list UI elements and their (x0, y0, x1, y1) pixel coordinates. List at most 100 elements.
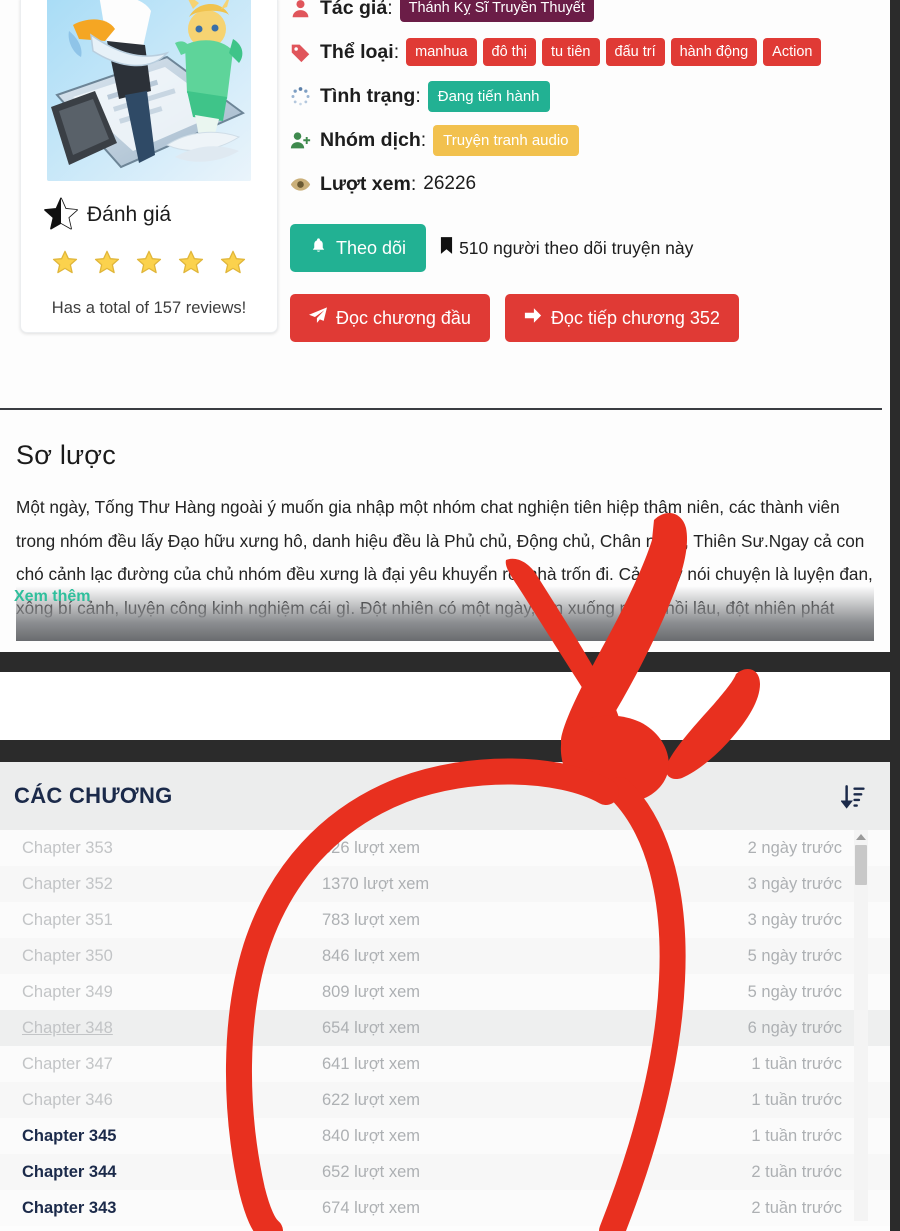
chapter-row[interactable]: Chapter 349 809 lượt xem 5 ngày trước (0, 974, 890, 1010)
star-icon[interactable] (93, 249, 121, 277)
user-plus-icon (290, 130, 320, 151)
chapter-name[interactable]: Chapter 347 (22, 1055, 322, 1074)
chapters-panel: CÁC CHƯƠNG Chapter 353 826 lượt xem 2 ng… (0, 762, 890, 1231)
read-continue-label: Đọc tiếp chương 352 (550, 307, 720, 328)
chapter-name[interactable]: Chapter 345 (22, 1127, 322, 1146)
scrollbar-thumb[interactable] (855, 845, 867, 885)
chapter-row[interactable]: Chapter 350 846 lượt xem 5 ngày trước (0, 938, 890, 974)
right-column: Tác giả : Thánh Kỵ Sĩ Truyền Thuyết Thể … (278, 0, 890, 342)
chapter-name[interactable]: Chapter 346 (22, 1091, 322, 1110)
chapter-views: 652 lượt xem (322, 1162, 420, 1181)
chapter-name[interactable]: Chapter 343 (22, 1199, 322, 1218)
bell-icon (310, 237, 327, 259)
chapter-row[interactable]: Chapter 348 654 lượt xem 6 ngày trước (0, 1010, 890, 1046)
cover-image[interactable] (47, 0, 251, 181)
chapter-row[interactable]: Chapter 346 622 lượt xem 1 tuần trước (0, 1082, 890, 1118)
review-count: Has a total of 157 reviews! (51, 299, 247, 317)
sort-amount-down-icon[interactable] (841, 783, 868, 810)
eye-icon (290, 174, 320, 195)
star-icon[interactable] (135, 249, 163, 277)
status-row: Tình trạng : Đang tiến hành (290, 74, 890, 118)
chapters-title: CÁC CHƯƠNG (14, 783, 173, 808)
read-first-label: Đọc chương đầu (336, 307, 471, 328)
team-badge[interactable]: Truyện tranh audio (433, 124, 579, 156)
chapter-time: 6 ngày trước (747, 1018, 842, 1037)
manga-detail-page: Đánh giá Has a total of 157 reviews! Tác… (0, 0, 900, 1231)
chapter-row[interactable]: Chapter 351 783 lượt xem 3 ngày trước (0, 902, 890, 938)
chapter-time: 1 tuần trước (751, 1090, 842, 1109)
rating-label: Đánh giá (87, 203, 172, 226)
chapter-name[interactable]: Chapter 353 (22, 839, 322, 858)
chapter-row[interactable]: Chapter 347 641 lượt xem 1 tuần trước (0, 1046, 890, 1082)
chapter-views: 846 lượt xem (322, 946, 420, 965)
genre-tag[interactable]: hành động (670, 37, 758, 67)
genres-row: Thể loại : manhua đô thị tu tiên đấu trí… (290, 30, 890, 74)
rating-heading: Đánh giá (21, 181, 277, 233)
chapter-name[interactable]: Chapter 344 (22, 1163, 322, 1182)
team-label: Nhóm dịch (320, 128, 421, 151)
genre-list: manhua đô thị tu tiên đấu trí hành động … (406, 37, 827, 67)
show-more-link[interactable]: Xem thêm (14, 588, 90, 606)
chapter-name[interactable]: Chapter 348 (22, 1019, 322, 1038)
genre-tag[interactable]: tu tiên (542, 37, 600, 67)
star-icon[interactable] (219, 249, 247, 277)
section-divider (0, 408, 882, 410)
chapter-time: 1 tuần trước (751, 1054, 842, 1073)
chapter-views: 783 lượt xem (322, 910, 420, 929)
spinner-icon (290, 86, 320, 107)
ad-placeholder-panel (0, 672, 890, 740)
chapter-row[interactable]: Chapter 353 826 lượt xem 2 ngày trước (0, 830, 890, 866)
chapter-time: 1 tuần trước (751, 1126, 842, 1145)
views-row: Lượt xem : 26226 (290, 162, 890, 206)
continue-reading-button[interactable]: Đọc tiếp chương 352 (504, 294, 739, 342)
chapter-time: 3 ngày trước (747, 874, 842, 893)
genre-tag[interactable]: manhua (406, 37, 477, 67)
summary-section: Sơ lược Một ngày, Tống Thư Hàng ngoài ý … (0, 440, 890, 641)
chapter-name[interactable]: Chapter 352 (22, 875, 322, 894)
half-star-icon (43, 197, 79, 233)
chapter-row[interactable]: Chapter 344 652 lượt xem 2 tuần trước (0, 1154, 890, 1190)
follow-button[interactable]: Theo dõi (290, 224, 427, 272)
scroll-up-arrow-icon[interactable] (856, 834, 866, 840)
author-badge[interactable]: Thánh Kỵ Sĩ Truyền Thuyết (399, 0, 594, 23)
chapter-views: 826 lượt xem (322, 838, 420, 857)
summary-text: Một ngày, Tống Thư Hàng ngoài ý muốn gia… (16, 497, 873, 618)
star-rating[interactable] (21, 249, 277, 277)
chapter-views: 622 lượt xem (322, 1090, 420, 1109)
author-row: Tác giả : Thánh Kỵ Sĩ Truyền Thuyết (290, 0, 890, 30)
star-icon[interactable] (177, 249, 205, 277)
follow-label: Theo dõi (336, 237, 407, 258)
genre-tag[interactable]: Action (763, 37, 822, 67)
chapter-time: 2 tuần trước (751, 1198, 842, 1217)
star-icon[interactable] (51, 249, 79, 277)
chapter-name[interactable]: Chapter 349 (22, 983, 322, 1002)
genre-tag[interactable]: đấu trí (605, 37, 665, 67)
team-row: Nhóm dịch : Truyện tranh audio (290, 118, 890, 162)
chapter-row[interactable]: Chapter 345 840 lượt xem 1 tuần trước (0, 1118, 890, 1154)
status-label: Tình trạng (320, 84, 416, 107)
chapter-row[interactable]: Chapter 343 674 lượt xem 2 tuần trước (0, 1190, 890, 1226)
chapter-views: 641 lượt xem (322, 1054, 420, 1073)
chapter-time: 2 tuần trước (751, 1162, 842, 1181)
chapter-name[interactable]: Chapter 351 (22, 911, 322, 930)
read-first-chapter-button[interactable]: Đọc chương đầu (290, 294, 490, 342)
tag-icon (290, 42, 320, 63)
chapters-header: CÁC CHƯƠNG (0, 762, 890, 830)
follow-row: Theo dõi 510 người theo dõi truyện này (290, 224, 890, 272)
chapter-list-scrollbar[interactable] (854, 830, 868, 1221)
summary-body: Một ngày, Tống Thư Hàng ngoài ý muốn gia… (16, 491, 874, 641)
genre-tag[interactable]: đô thị (482, 37, 536, 67)
arrow-right-icon (524, 307, 542, 329)
user-icon (290, 0, 320, 19)
left-column: Đánh giá Has a total of 157 reviews! (0, 0, 278, 342)
chapter-views: 654 lượt xem (322, 1018, 420, 1037)
chapter-row[interactable]: Chapter 352 1370 lượt xem 3 ngày trước (0, 866, 890, 902)
chapter-time: 5 ngày trước (747, 982, 842, 1001)
chapter-name[interactable]: Chapter 350 (22, 947, 322, 966)
chapter-views: 840 lượt xem (322, 1126, 420, 1145)
info-panel: Đánh giá Has a total of 157 reviews! Tác… (0, 0, 890, 652)
cover-rating-card: Đánh giá Has a total of 157 reviews! (20, 0, 278, 333)
chapter-time: 5 ngày trước (747, 946, 842, 965)
author-label: Tác giả (320, 0, 388, 19)
chapter-time: 3 ngày trước (747, 910, 842, 929)
